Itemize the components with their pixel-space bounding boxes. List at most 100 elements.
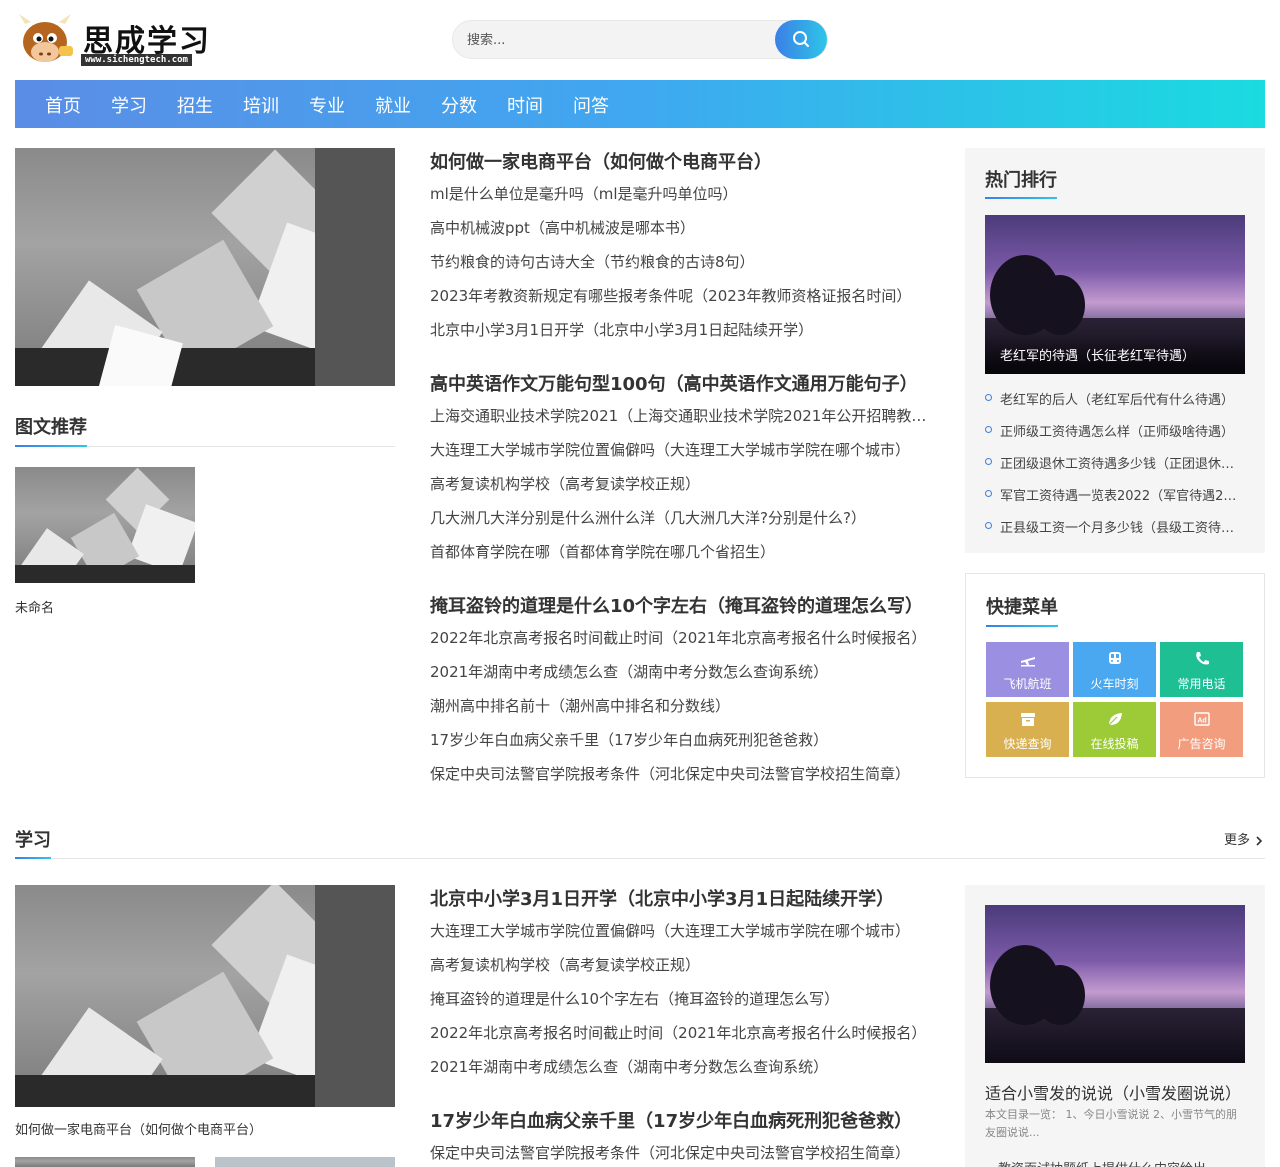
tile-phone[interactable]: 常用电话 [1160, 642, 1243, 697]
study-side-image[interactable] [985, 905, 1245, 1063]
quick-menu-box: 快捷菜单 飞机航班 火车时刻 常用电话 快递查询 在线投稿 Ad 广告咨询 [965, 573, 1265, 778]
bullet-dot [985, 458, 992, 465]
hot-item[interactable]: 军官工资待遇一览表2022（军官待遇2022） [1000, 485, 1240, 504]
study-accent [15, 857, 51, 859]
bullet-dot [985, 426, 992, 433]
tile-label: 在线投稿 [1090, 737, 1139, 751]
hot-item[interactable]: 正师级工资待遇怎么样（正师级啥待遇） [1000, 421, 1240, 440]
hero-image[interactable] [15, 148, 395, 386]
search-button[interactable] [775, 20, 827, 59]
hot-item[interactable]: 老红军的后人（老红军后代有什么待遇） [1000, 389, 1240, 408]
nav-home[interactable]: 首页 [45, 92, 81, 118]
study-side-title[interactable]: 适合小雪发的说说（小雪发圈说说） [985, 1080, 1245, 1104]
article-link[interactable]: 2023年考教资新规定有哪些报考条件呢（2023年教师资格证报名时间） [430, 285, 935, 306]
nav-qa[interactable]: 问答 [573, 92, 609, 118]
hot-heading: 热门排行 [985, 170, 1057, 191]
tile-flights[interactable]: 飞机航班 [986, 642, 1069, 697]
chevron-right-icon [1256, 835, 1263, 846]
side-image-tree [1035, 965, 1085, 1025]
brand-url: www.sichengtech.com [81, 54, 192, 66]
bullet-dot [985, 490, 992, 497]
article-link[interactable]: 2022年北京高考报名时间截止时间（2021年北京高考报名什么时候报名） [430, 627, 935, 648]
article-link[interactable]: 保定中央司法警官学院报考条件（河北保定中央司法警官学校招生简章） [430, 1142, 935, 1163]
search-icon [793, 31, 809, 47]
article-link[interactable]: 首都体育学院在哪（首都体育学院在哪几个省招生） [430, 541, 935, 562]
article-link[interactable]: 高考复读机构学校（高考复读学校正规） [430, 954, 935, 975]
article-title[interactable]: 如何做一家电商平台（如何做个电商平台） [430, 148, 772, 174]
article-link[interactable]: 上海交通职业技术学院2021（上海交通职业技术学院2021年公开招聘教师） [430, 405, 935, 426]
hot-image-tree [1035, 275, 1085, 335]
hot-image[interactable]: 老红军的待遇（长征老红军待遇） [985, 215, 1245, 374]
nav-major[interactable]: 专业 [309, 92, 345, 118]
tile-express[interactable]: 快递查询 [986, 702, 1069, 757]
site-logo[interactable]: 思成学习 www.sichengtech.com [15, 10, 215, 70]
train-icon [1109, 652, 1121, 664]
box-icon [1021, 713, 1035, 726]
article-link[interactable]: 2021年湖南中考成绩怎么查（湖南中考分数怎么查询系统） [430, 661, 935, 682]
nav-admission[interactable]: 招生 [177, 92, 213, 118]
svg-text:Ad: Ad [1197, 718, 1206, 725]
article-link[interactable]: 保定中央司法警官学院报考条件（河北保定中央司法警官学校招生简章） [430, 763, 935, 784]
article-title[interactable]: 17岁少年白血病父亲千里（17岁少年白血病死刑犯爸爸救） [430, 1107, 912, 1133]
search-bar [452, 20, 828, 59]
hot-accent [985, 197, 1057, 199]
tuwen-accent [15, 445, 87, 447]
article-link[interactable]: 高中机械波ppt（高中机械波是哪本书） [430, 217, 935, 238]
study-heading: 学习 [15, 830, 51, 851]
nav-study[interactable]: 学习 [111, 92, 147, 118]
tile-label: 飞机航班 [1003, 677, 1052, 691]
phone-icon [1196, 652, 1209, 665]
article-title[interactable]: 高中英语作文万能句型100句（高中英语作文通用万能句子） [430, 370, 918, 396]
plane-icon [1021, 657, 1035, 667]
article-link[interactable]: 17岁少年白血病父亲千里（17岁少年白血病死刑犯爸爸救） [430, 729, 935, 750]
hot-item[interactable]: 正县级工资一个月多少钱（县级工资待遇） [1000, 517, 1240, 536]
quick-heading: 快捷菜单 [986, 597, 1058, 618]
article-link[interactable]: ml是什么单位是毫升吗（ml是毫升吗单位吗） [430, 183, 935, 204]
tile-label: 广告咨询 [1177, 737, 1226, 751]
study-image-caption[interactable]: 如何做一家电商平台（如何做个电商平台） [15, 1119, 262, 1138]
tuwen-image[interactable] [15, 467, 195, 583]
bullet-dot [985, 394, 992, 401]
article-link[interactable]: 2021年湖南中考成绩怎么查（湖南中考分数怎么查询系统） [430, 1056, 935, 1077]
nav-employment[interactable]: 就业 [375, 92, 411, 118]
study-side-excerpt: 本文目录一览： 1、今日小雪说说 2、小雪节气的朋友圈说说... [985, 1108, 1237, 1139]
leaf-icon [1108, 713, 1122, 726]
article-link[interactable]: 几大洲几大洋分别是什么洲什么洋（几大洲几大洋?分别是什么?） [430, 507, 935, 528]
article-link[interactable]: 节约粮食的诗句古诗大全（节约粮食的古诗8句） [430, 251, 935, 272]
tuwen-heading: 图文推荐 [15, 417, 87, 438]
article-title[interactable]: 北京中小学3月1日开学（北京中小学3月1日起陆续开学） [430, 885, 894, 911]
tile-label: 常用电话 [1177, 677, 1226, 691]
study-thumb[interactable] [215, 1157, 395, 1167]
hot-image-caption: 老红军的待遇（长征老红军待遇） [1000, 349, 1196, 364]
bullet-dot [985, 522, 992, 529]
study-image[interactable] [15, 885, 395, 1107]
article-link[interactable]: 掩耳盗铃的道理是什么10个字左右（掩耳盗铃的道理怎么写） [430, 988, 935, 1009]
nav-score[interactable]: 分数 [441, 92, 477, 118]
article-link[interactable]: 2022年北京高考报名时间截止时间（2021年北京高考报名什么时候报名） [430, 1022, 935, 1043]
hot-item[interactable]: 正团级退休工资待遇多少钱（正团退休工资） [1000, 453, 1240, 472]
more-link[interactable]: 更多 [1224, 829, 1264, 848]
tile-ads[interactable]: Ad 广告咨询 [1160, 702, 1243, 757]
nav-training[interactable]: 培训 [243, 92, 279, 118]
ad-icon: Ad [1194, 712, 1210, 726]
study-thumb[interactable] [15, 1157, 195, 1167]
article-link[interactable]: 大连理工大学城市学院位置偏僻吗（大连理工大学城市学院在哪个城市） [430, 439, 935, 460]
nav-time[interactable]: 时间 [507, 92, 543, 118]
article-link[interactable]: 高考复读机构学校（高考复读学校正规） [430, 473, 935, 494]
tile-trains[interactable]: 火车时刻 [1073, 642, 1156, 697]
article-link[interactable]: 大连理工大学城市学院位置偏僻吗（大连理工大学城市学院在哪个城市） [430, 920, 935, 941]
article-link[interactable]: 北京中小学3月1日开学（北京中小学3月1日起陆续开学） [430, 319, 935, 340]
tuwen-caption[interactable]: 未命名 [15, 597, 54, 616]
tile-label: 火车时刻 [1090, 677, 1139, 691]
quick-accent [986, 625, 1058, 627]
article-link[interactable]: 潮州高中排名前十（潮州高中排名和分数线） [430, 695, 935, 716]
main-nav: 首页 学习 招生 培训 专业 就业 分数 时间 问答 [15, 80, 1265, 128]
tile-submit[interactable]: 在线投稿 [1073, 702, 1156, 757]
tile-label: 快递查询 [1003, 737, 1052, 751]
study-divider [15, 858, 1265, 859]
article-title[interactable]: 掩耳盗铃的道理是什么10个字左右（掩耳盗铃的道理怎么写） [430, 592, 923, 618]
cow-mascot-icon [19, 14, 73, 62]
study-side-item[interactable]: 教资面试抽题纸上提供什么内容给出 [998, 1158, 1238, 1167]
more-label: 更多 [1224, 833, 1251, 848]
search-input[interactable] [467, 29, 767, 51]
